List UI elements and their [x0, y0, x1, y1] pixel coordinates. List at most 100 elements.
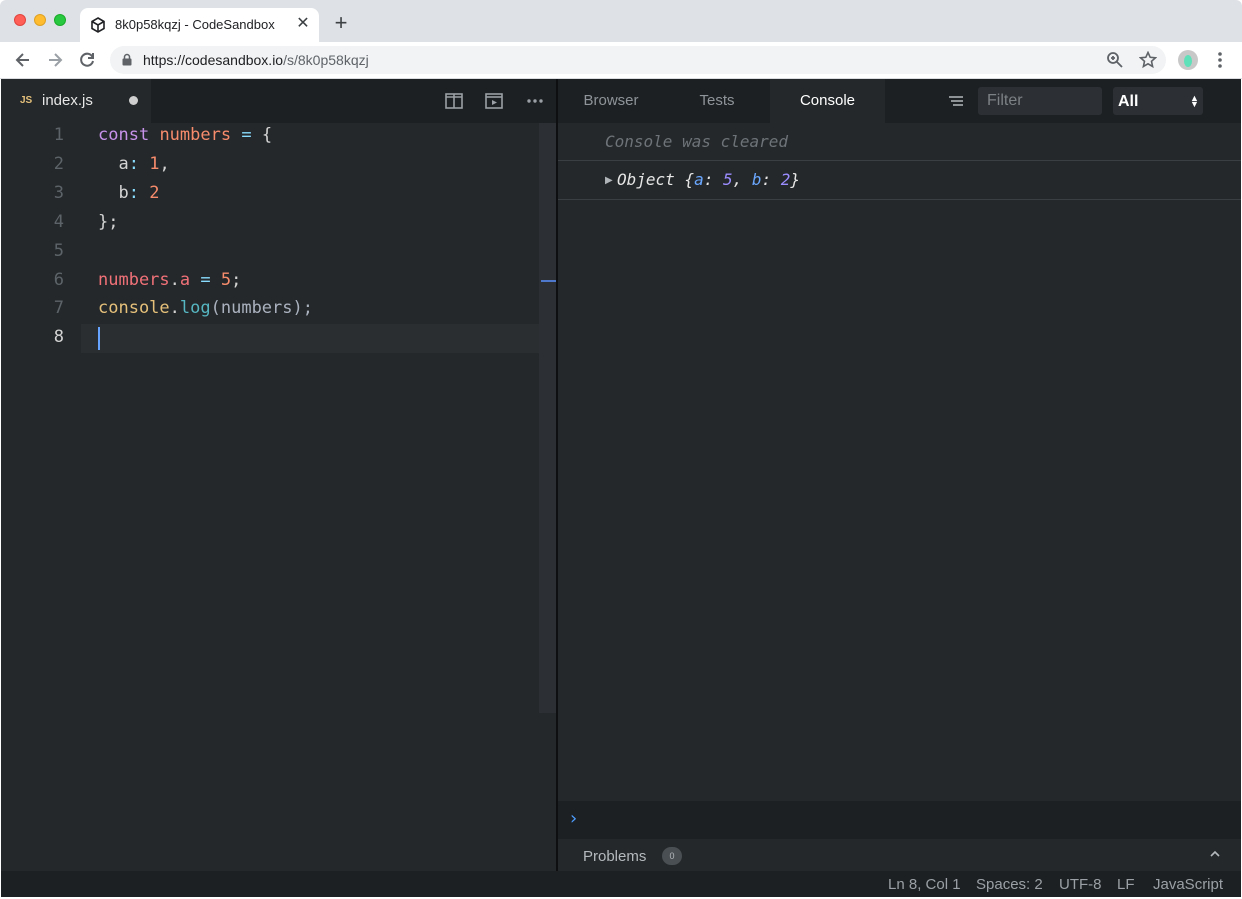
reload-icon[interactable]: [77, 50, 97, 70]
close-window-button[interactable]: [14, 14, 26, 26]
tab-browser[interactable]: Browser: [558, 79, 664, 123]
file-encoding[interactable]: UTF-8: [1059, 876, 1102, 893]
problems-count-badge: 0: [662, 847, 682, 865]
code-operator: =: [200, 270, 211, 290]
code-operator: =: [241, 125, 252, 145]
code-comma: ,: [159, 154, 170, 174]
object-key: b: [751, 170, 762, 189]
menu-dots-icon[interactable]: [1212, 50, 1228, 70]
code-variable: numbers: [159, 125, 232, 145]
maximize-window-button[interactable]: [54, 14, 66, 26]
editor-tab-bar: JS index.js: [1, 79, 556, 123]
status-bar: Ln 8, Col 1 Spaces: 2 UTF-8 LF JavaScrip…: [1, 871, 1241, 897]
preview-panel: Browser Tests Console All ▲▼ Console was…: [558, 79, 1241, 871]
close-tab-icon[interactable]: ✕: [294, 15, 312, 33]
logged-object: Object {a: 5, b: 2}: [617, 170, 800, 189]
console-cleared-row: Console was cleared: [558, 123, 1241, 161]
object-key: a: [694, 170, 704, 189]
select-arrows-icon: ▲ ▼: [1190, 93, 1199, 109]
prompt-icon: ›: [568, 808, 579, 829]
profile-icon[interactable]: [1178, 50, 1198, 70]
split-view-icon[interactable]: [445, 92, 463, 110]
lock-icon: [122, 53, 132, 66]
text-cursor: [98, 327, 100, 350]
code-property: a: [179, 270, 191, 290]
code-object: console: [98, 298, 170, 318]
code-keyword: const: [98, 125, 150, 145]
code-args: (numbers);: [210, 298, 313, 318]
more-icon[interactable]: [526, 92, 544, 110]
line-number: 1: [53, 125, 64, 145]
tab-tests[interactable]: Tests: [664, 79, 770, 123]
line-ending[interactable]: LF: [1117, 876, 1135, 893]
tab-console[interactable]: Console: [770, 79, 885, 123]
browser-tabstrip: 8k0p58kqzj - CodeSandbox ✕ +: [0, 0, 1242, 42]
code-editor[interactable]: JS index.js 1 2 3 4 5 6 7 8 const number…: [1, 79, 556, 871]
line-number: 2: [53, 154, 64, 174]
code-dot: .: [169, 270, 180, 290]
js-file-icon: JS: [20, 95, 33, 106]
code-line: numbers.a = 5;: [98, 270, 241, 290]
line-number: 6: [53, 270, 64, 290]
file-tab-index-js[interactable]: JS index.js: [1, 79, 151, 123]
scrollbar-cursor-marker: [541, 280, 556, 282]
console-input-field[interactable]: ›: [558, 801, 1241, 838]
expand-arrow-icon[interactable]: ▶: [605, 175, 613, 186]
line-number: 3: [53, 183, 64, 203]
current-line-highlight: [81, 324, 539, 353]
chevron-up-icon[interactable]: [1209, 849, 1221, 859]
minimize-window-button[interactable]: [34, 14, 46, 26]
problems-bar[interactable]: Problems 0: [558, 838, 1241, 871]
line-number: 5: [53, 241, 64, 261]
line-number: 4: [53, 212, 64, 232]
zoom-icon[interactable]: [1106, 51, 1124, 69]
address-bar[interactable]: https://codesandbox.io/s/8k0p58kqzj: [110, 46, 1166, 74]
preview-tab-bar: Browser Tests Console All ▲▼: [558, 79, 1241, 123]
console-cleared-message: Console was cleared: [605, 132, 789, 151]
tab-title: 8k0p58kqzj - CodeSandbox: [115, 17, 275, 32]
editor-scrollbar[interactable]: [539, 123, 556, 713]
browser-tab[interactable]: 8k0p58kqzj - CodeSandbox ✕: [80, 8, 319, 42]
cursor-position[interactable]: Ln 8, Col 1: [888, 876, 961, 893]
code-line: const numbers = {: [98, 125, 272, 145]
code-function: log: [179, 298, 211, 318]
object-value: 2: [780, 170, 791, 189]
problems-label: Problems: [583, 848, 647, 865]
object-value: 5: [722, 170, 733, 189]
code-colon: :: [128, 183, 139, 203]
code-key: b: [118, 183, 129, 203]
object-separator: :: [703, 170, 723, 189]
line-number-active: 8: [53, 327, 64, 347]
indentation-setting[interactable]: Spaces: 2: [976, 876, 1043, 893]
code-line: console.log(numbers);: [98, 298, 313, 318]
url-text: https://codesandbox.io/s/8k0p58kqzj: [143, 52, 369, 68]
wrap-lines-icon[interactable]: [948, 94, 964, 108]
url-host: https://codesandbox.io: [143, 52, 284, 68]
codesandbox-app: JS index.js 1 2 3 4 5 6 7 8 const number…: [1, 79, 1241, 897]
console-filter-input[interactable]: [978, 87, 1102, 115]
forward-icon[interactable]: [45, 50, 65, 70]
code-line: a: 1,: [98, 154, 170, 174]
code-key: a: [118, 154, 129, 174]
url-path: /s/8k0p58kqzj: [283, 52, 369, 68]
code-line: };: [98, 212, 118, 232]
console-log-entry[interactable]: ▶ Object {a: 5, b: 2}: [558, 161, 1241, 200]
object-separator: :: [761, 170, 781, 189]
browser-toolbar: https://codesandbox.io/s/8k0p58kqzj: [0, 42, 1242, 79]
preview-icon[interactable]: [485, 92, 503, 110]
log-level-select[interactable]: All ▲ ▼: [1113, 87, 1203, 115]
code-number: 5: [220, 270, 232, 290]
language-mode[interactable]: JavaScript: [1153, 876, 1223, 893]
object-comma: ,: [732, 170, 752, 189]
unsaved-indicator-icon[interactable]: [129, 96, 138, 105]
code-number: 1: [149, 154, 160, 174]
code-brace: {: [261, 125, 273, 145]
new-tab-button[interactable]: +: [330, 12, 352, 34]
back-icon[interactable]: [13, 50, 33, 70]
log-level-value: All: [1118, 93, 1139, 110]
star-icon[interactable]: [1139, 51, 1157, 69]
code-dot: .: [169, 298, 180, 318]
code-brace: };: [98, 212, 119, 232]
code-semicolon: ;: [231, 270, 242, 290]
code-number: 2: [149, 183, 160, 203]
